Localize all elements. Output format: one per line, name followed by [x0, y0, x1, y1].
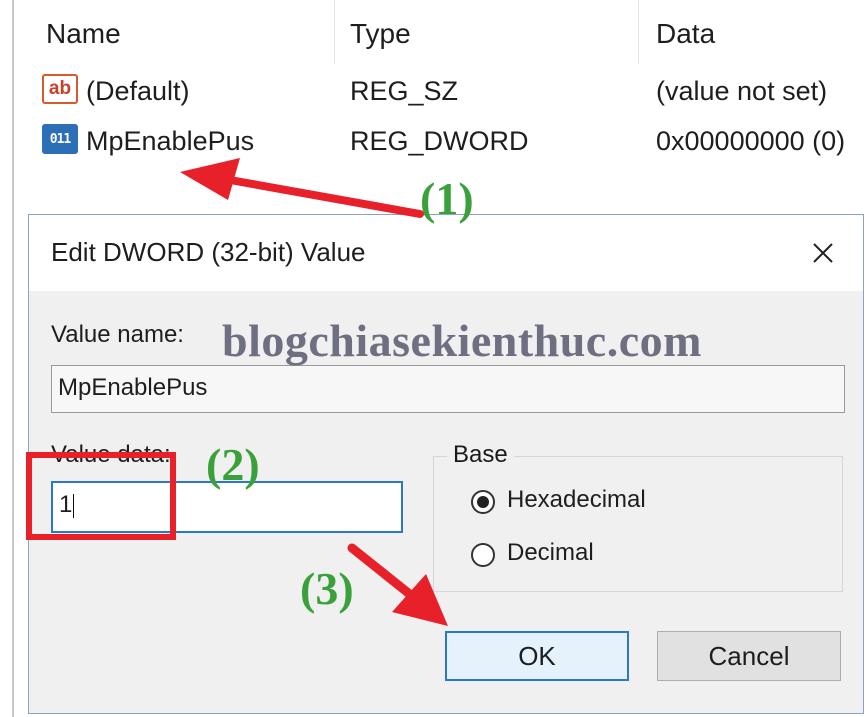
arrow-step-1 — [226, 176, 424, 218]
annotation-arrows — [180, 158, 448, 626]
arrow-step-3 — [347, 543, 417, 601]
step-label-2: (2) — [206, 439, 260, 490]
step-label-1: (1) — [420, 173, 474, 224]
arrowhead-step-1-icon — [180, 158, 240, 200]
step-label-3: (3) — [300, 563, 354, 614]
